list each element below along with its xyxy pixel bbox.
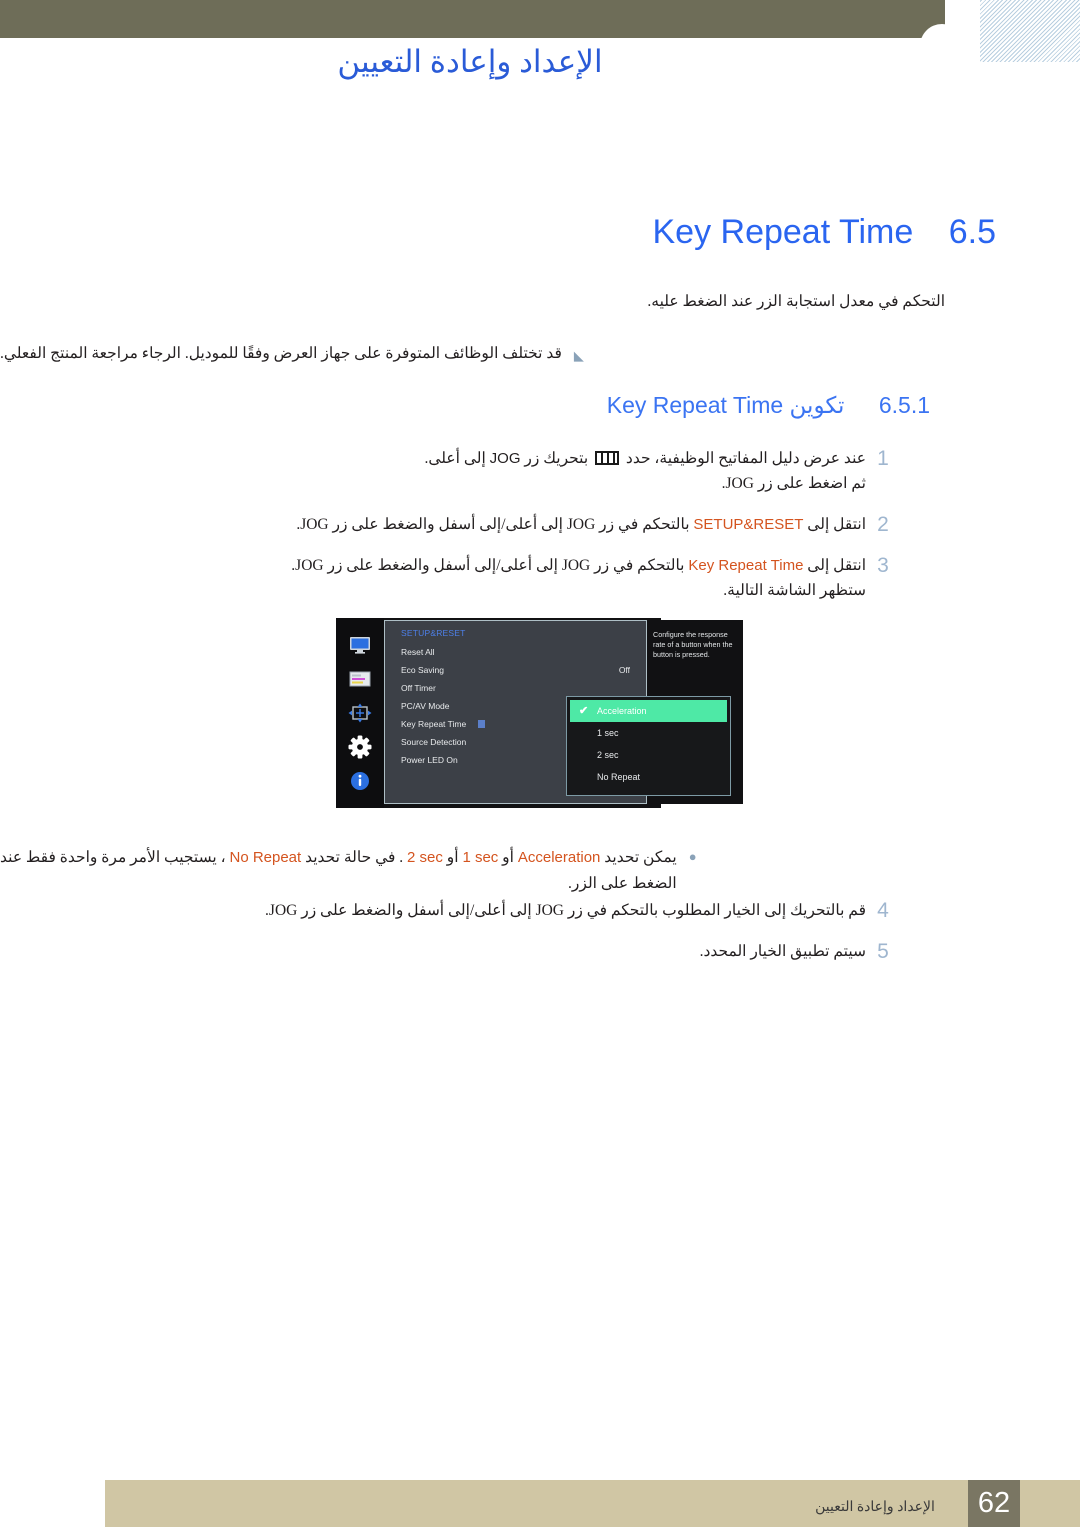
section-title: Key Repeat Time — [652, 213, 914, 251]
note-keyword-acceleration: Acceleration — [517, 849, 601, 866]
note-keyword-no-repeat: No Repeat — [229, 849, 302, 866]
footer-page-number: 62 — [968, 1480, 1020, 1527]
osd-option-label: Acceleration — [597, 706, 647, 716]
note-text: يمكن تحديد Acceleration أو 1 sec أو 2 se… — [0, 845, 677, 897]
step2-before: انتقل إلى — [807, 516, 866, 533]
osd-item-label: Reset All — [401, 647, 435, 657]
check-icon: ✔ — [579, 705, 589, 717]
step1-line2: ثم اضغط على زر JOG. — [721, 475, 866, 492]
osd-item-value: Off — [618, 665, 630, 675]
screen-adjust-icon — [347, 702, 373, 724]
osd-option-2-sec[interactable]: 2 sec — [567, 744, 730, 766]
osd-sidebar — [336, 618, 384, 808]
osd-item-off-timer[interactable]: Off Timer — [385, 679, 646, 697]
subsection-title: 6.5.1 تكوين Key Repeat Time — [0, 392, 930, 419]
footer-chapter-title: الإعداد وإعادة التعيين — [815, 1500, 935, 1515]
step1-mid: بتحريك زر — [524, 450, 589, 467]
step3-line2: ستظهر الشاشة التالية. — [723, 582, 866, 599]
note-part1: يمكن تحديد — [604, 849, 677, 866]
osd-option-label: No Repeat — [597, 772, 641, 782]
note-bullet-icon: ● — [688, 849, 697, 864]
page-title: 6.5 Key Repeat Time — [0, 213, 1000, 252]
step3-keyword: Key Repeat Time — [688, 557, 804, 574]
cursor-highlight-icon — [478, 720, 485, 728]
section-description: التحكم في معدل استجابة الزر عند الضغط عل… — [647, 293, 945, 310]
step-item-5: 5 سيتم تطبيق الخيار المحدد. — [0, 939, 900, 964]
subsection-number: 6.5.1 — [878, 392, 930, 418]
page-header-title: الإعداد وإعادة التعيين — [337, 44, 603, 79]
picture-settings-icon — [347, 668, 373, 690]
step-text: عند عرض دليل المفاتيح الوظيفية، حدد بتحر… — [0, 446, 866, 496]
step-text: انتقل إلى SETUP&RESET بالتحكم في زر JOG … — [0, 512, 866, 537]
osd-item-label: PC/AV Mode — [401, 701, 450, 711]
monitor-icon — [347, 634, 373, 656]
osd-item-label: Eco Saving — [401, 665, 444, 675]
step2-keyword: SETUP&RESET — [693, 516, 804, 533]
note-model-variation: ◣ قد تختلف الوظائف المتوفرة على جهاز الع… — [0, 344, 968, 364]
header-bar — [0, 0, 945, 38]
osd-item-label: Power LED On — [401, 755, 458, 765]
step1-lead: عند عرض دليل المفاتيح الوظيفية، حدد — [625, 450, 866, 467]
note-or1: أو — [502, 849, 514, 866]
section-number: 6.5 — [948, 213, 996, 251]
osd-item-eco-saving[interactable]: Eco Saving Off — [385, 661, 646, 679]
osd-item-reset-all[interactable]: Reset All — [385, 643, 646, 661]
step1-tail: إلى أعلى. — [424, 450, 486, 467]
steps-list-bottom: 4 قم بالتحريك إلى الخيار المطلوب بالتحكم… — [0, 898, 900, 980]
osd-option-acceleration[interactable]: ✔ Acceleration — [570, 700, 727, 722]
step-text: انتقل إلى Key Repeat Time بالتحكم في زر … — [0, 553, 866, 603]
step-number: 1 — [877, 447, 889, 470]
osd-submenu-key-repeat-time: ✔ Acceleration 1 sec 2 sec No Repeat — [566, 696, 731, 796]
note-part3: ، يستجيب الأمر مرة واحدة فقط عند — [0, 849, 226, 866]
menu-bracket-icon — [595, 451, 620, 465]
note-line2: الضغط على الزر. — [568, 875, 677, 892]
step3-after: بالتحكم في زر JOG إلى أعلى/إلى أسفل والض… — [291, 557, 685, 574]
step-item-2: 2 انتقل إلى SETUP&RESET بالتحكم في زر JO… — [0, 512, 900, 537]
step-item-1: 1 عند عرض دليل المفاتيح الوظيفية، حدد بت… — [0, 446, 900, 496]
note-keyword-1sec: 1 sec — [462, 849, 499, 866]
osd-item-label: Source Detection — [401, 737, 467, 747]
osd-option-label: 1 sec — [597, 728, 619, 738]
osd-option-no-repeat[interactable]: No Repeat — [567, 766, 730, 788]
osd-option-1-sec[interactable]: 1 sec — [567, 722, 730, 744]
note-or2: أو — [446, 849, 459, 866]
note-keyword-2sec: 2 sec — [407, 849, 443, 866]
note-part2: . في حالة تحديد — [305, 849, 404, 866]
step-text: قم بالتحريك إلى الخيار المطلوب بالتحكم ف… — [265, 902, 866, 919]
subsection-english-label: Key Repeat Time — [606, 392, 784, 418]
osd-option-label: 2 sec — [597, 750, 619, 760]
note-text: قد تختلف الوظائف المتوفرة على جهاز العرض… — [0, 345, 562, 362]
step-item-4: 4 قم بالتحريك إلى الخيار المطلوب بالتحكم… — [0, 898, 900, 923]
step1-jog-label: JOG — [489, 450, 521, 467]
step-number: 5 — [877, 940, 889, 963]
step3-before: انتقل إلى — [807, 557, 866, 574]
info-icon — [347, 770, 373, 792]
step-number: 2 — [877, 513, 889, 536]
step2-after: بالتحكم في زر JOG إلى أعلى/إلى أسفل والض… — [296, 516, 690, 533]
subsection-arabic-label: تكوين — [789, 393, 845, 418]
step-number: 3 — [877, 554, 889, 577]
step-item-3: 3 انتقل إلى Key Repeat Time بالتحكم في ز… — [0, 553, 900, 603]
gear-icon — [347, 735, 373, 759]
step-number: 4 — [877, 899, 889, 922]
note-bullet-icon: ◣ — [573, 348, 584, 363]
step-text: سيتم تطبيق الخيار المحدد. — [699, 943, 866, 960]
osd-menu-title: SETUP&RESET — [401, 628, 466, 638]
steps-list-top: 1 عند عرض دليل المفاتيح الوظيفية، حدد بت… — [0, 446, 900, 619]
osd-item-label: Off Timer — [401, 683, 436, 693]
note-option-behavior: ● يمكن تحديد Acceleration أو 1 sec أو 2 … — [0, 845, 968, 897]
osd-screenshot: SETUP&RESET Reset All Eco Saving Off Off… — [336, 618, 743, 808]
header-hatch-decoration — [980, 0, 1080, 62]
osd-item-label: Key Repeat Time — [401, 719, 467, 729]
